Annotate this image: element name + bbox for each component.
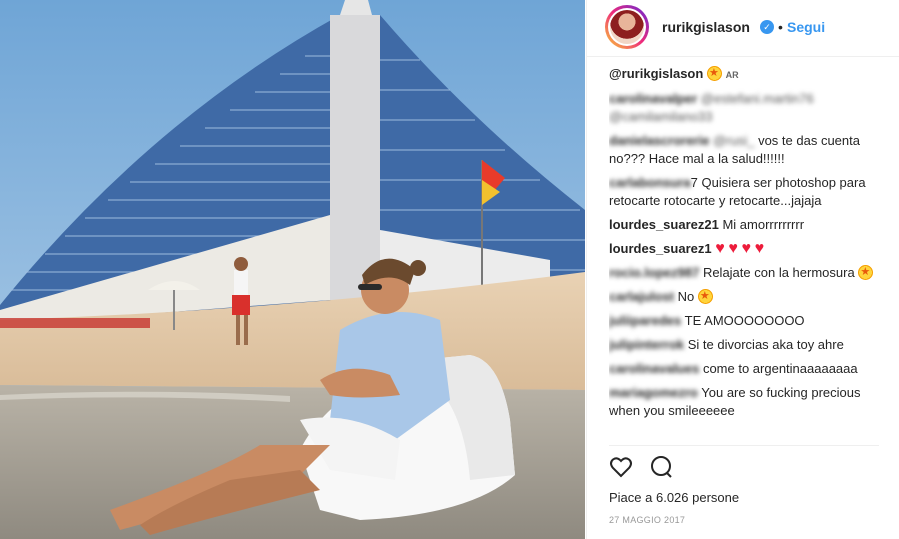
comment-item: carolinavalues come to argentinaaaaaaaa [609, 360, 879, 378]
comment-item: juliiparedes TE AMOOOOOOOO [609, 312, 879, 330]
comment-item: carolinavalper @estefani.martin76 @camil… [609, 90, 879, 126]
beach-photo-image [0, 0, 585, 539]
star-struck-emoji-icon [697, 287, 713, 305]
heart-emoji-icon: ♥ [728, 240, 738, 257]
likes-count[interactable]: Piace a 6.026 persone [609, 490, 739, 505]
comment-item: danielascrorerie @rusi_ vos te das cuent… [609, 132, 879, 168]
comment-text: TE AMOOOOOOOO [684, 313, 805, 328]
heart-emoji-icon: ♥ [754, 240, 765, 257]
avatar-image [610, 10, 644, 44]
like-heart-icon[interactable] [609, 455, 635, 481]
comment-item: lourdes_suarez1 ♥ ♥ ♥ ♥ [609, 240, 879, 258]
comment-username[interactable]: carlajulost [609, 289, 674, 304]
post-date[interactable]: 27 MAGGIO 2017 [609, 515, 685, 525]
comment-mention[interactable]: @rurikgislason [609, 66, 703, 81]
comment-item: carlajulost No [609, 287, 879, 306]
post-header: rurikgislason ✓ • Segui [587, 0, 899, 57]
actions-divider [609, 445, 879, 446]
comment-text: come to argentinaaaaaaaa [702, 361, 858, 376]
comment-username[interactable]: danielascrorerie [609, 133, 709, 148]
comment-username[interactable]: rocio.lopez987 [609, 265, 699, 280]
comment-tag: AR [725, 70, 739, 80]
comment-item: carlabonsura7 Quisiera ser photoshop par… [609, 174, 879, 210]
header-separator: • [778, 19, 783, 35]
star-struck-emoji-icon [858, 263, 874, 281]
comment-username[interactable]: carolinavalues [609, 361, 699, 376]
verified-badge-icon: ✓ [760, 20, 774, 34]
comment-username[interactable]: lourdes_suarez21 [609, 217, 719, 232]
comment-bubble-icon[interactable] [649, 455, 675, 481]
comment-username[interactable]: lourdes_suarez1 [609, 241, 712, 256]
author-username[interactable]: rurikgislason [662, 19, 750, 35]
comment-item: @rurikgislason AR [609, 65, 879, 84]
comment-item: mariagomezro You are so fucking precious… [609, 384, 879, 420]
comment-username-suffix: 7 [690, 175, 698, 190]
comment-username[interactable]: carlabonsura [609, 175, 691, 190]
comment-text: Si te divorcias aka toy ahre [687, 337, 844, 352]
avatar[interactable] [605, 5, 649, 49]
comment-username[interactable]: carolinavalper [609, 91, 697, 106]
comment-item: lourdes_suarez21 Mi amorrrrrrrrr [609, 216, 879, 234]
star-struck-emoji-icon [706, 65, 722, 82]
comment-item: rocio.lopez987 Relajate con la hermosura [609, 263, 879, 282]
heart-emoji-icon: ♥ [715, 240, 725, 257]
comment-username[interactable]: mariagomezro [609, 385, 698, 400]
comment-item: julipinterrok Si te divorcias aka toy ah… [609, 336, 879, 354]
post-sidebar: rurikgislason ✓ • Segui @rurikgislason A… [586, 0, 899, 539]
comment-username[interactable]: juliiparedes [609, 313, 681, 328]
post-photo[interactable] [0, 0, 585, 539]
heart-emoji-icon: ♥ [741, 240, 751, 257]
comments-list: @rurikgislason AR carolinavalper @estefa… [609, 65, 879, 445]
comment-text: Mi amorrrrrrrrr [722, 217, 805, 232]
comment-username[interactable]: julipinterrok [609, 337, 684, 352]
comment-mention[interactable]: @rusi_ [713, 133, 754, 148]
comment-text: No [677, 289, 695, 304]
follow-button[interactable]: Segui [787, 19, 825, 35]
comment-text: Relajate con la hermosura [702, 265, 855, 280]
